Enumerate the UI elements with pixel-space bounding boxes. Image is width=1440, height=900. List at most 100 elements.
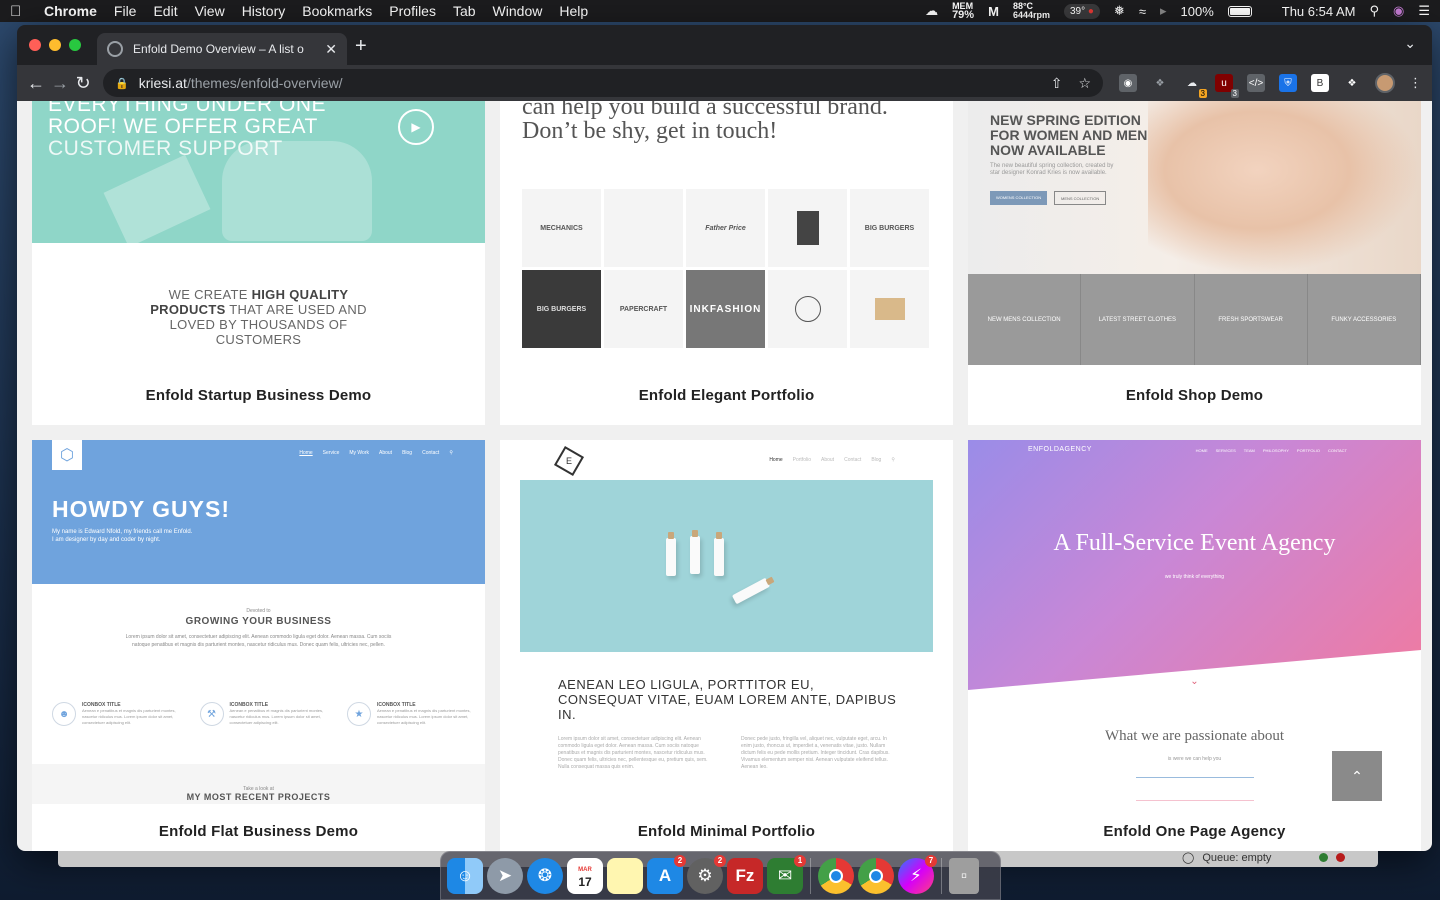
cloud-extension-icon[interactable]: ☁ 3	[1183, 74, 1207, 98]
agency-nav-item[interactable]: PORTFOLIO	[1297, 448, 1320, 453]
snowflake-icon[interactable]: ❅	[1114, 3, 1125, 19]
control-center-icon[interactable]: ☰	[1418, 3, 1430, 19]
menu-tab[interactable]: Tab	[453, 3, 476, 19]
code-extension-icon[interactable]: </>	[1247, 74, 1265, 92]
close-window-button[interactable]	[29, 39, 41, 51]
address-bar[interactable]: 🔒 kriesi.at /themes/enfold-overview/ ⇧ ☆	[103, 69, 1103, 97]
system-preferences-icon[interactable]: ⚙ 2	[687, 854, 726, 894]
minimal-nav-item[interactable]: About	[821, 457, 834, 463]
menu-app-chrome[interactable]: Chrome	[44, 3, 97, 19]
reload-button[interactable]: ↻	[75, 73, 91, 94]
card-elegant-portfolio[interactable]: can help you build a successful brand. D…	[500, 101, 953, 425]
agency-nav-item[interactable]: CONTACT	[1328, 448, 1347, 453]
flat-nav-item[interactable]: Contact	[422, 450, 439, 456]
portfolio-tile[interactable]	[768, 189, 847, 267]
menu-window[interactable]: Window	[493, 3, 543, 19]
messages-icon[interactable]: ✉ 1	[767, 854, 806, 894]
scroll-to-top-button[interactable]: ⌃	[1332, 751, 1382, 801]
minimal-search-icon[interactable]: ⚲	[891, 457, 895, 463]
b-extension-icon[interactable]: B	[1311, 74, 1329, 92]
card-minimal-portfolio[interactable]: E Home Portfolio About Contact Blog ⚲ AE…	[500, 440, 953, 851]
portfolio-tile[interactable]: BIG BURGERS	[850, 189, 929, 267]
cloud-sync-icon[interactable]: ☁	[925, 3, 938, 19]
extensions-puzzle-icon[interactable]: ❖	[1343, 74, 1361, 92]
spotlight-search-icon[interactable]: ⚲	[1369, 3, 1379, 19]
agency-hero[interactable]	[968, 440, 1421, 690]
chrome-icon[interactable]	[858, 857, 894, 894]
back-button[interactable]: ←	[27, 73, 45, 94]
agency-nav-item[interactable]: HOME	[1196, 448, 1208, 453]
agency-nav-item[interactable]: SERVICES	[1216, 448, 1236, 453]
menu-help[interactable]: Help	[559, 3, 588, 19]
share-icon[interactable]: ⇧	[1051, 75, 1063, 92]
play-icon[interactable]: ▶	[398, 109, 434, 145]
malwarebytes-icon[interactable]: M	[988, 4, 999, 19]
wifi-icon[interactable]: ≈	[1139, 4, 1146, 19]
agency-nav-item[interactable]: PHILOSOPHY	[1263, 448, 1289, 453]
tab-search-chevron-icon[interactable]: ⌄	[1404, 35, 1416, 52]
menu-profiles[interactable]: Profiles	[389, 3, 436, 19]
card-title[interactable]: Enfold One Page Agency	[968, 823, 1421, 840]
clock[interactable]: Thu 6:54 AM	[1282, 4, 1356, 19]
flat-nav-item[interactable]: Home	[299, 450, 312, 456]
womens-collection-button[interactable]: WOMENS COLLECTION	[990, 191, 1048, 205]
card-startup-business[interactable]: EVERYTHING UNDER ONE ROOF! WE OFFER GREA…	[32, 101, 485, 425]
flat-nav-item[interactable]: My Work	[349, 450, 369, 456]
card-title[interactable]: Enfold Minimal Portfolio	[500, 823, 953, 840]
flat-nav-item[interactable]: About	[379, 450, 392, 456]
profile-avatar[interactable]	[1375, 73, 1395, 93]
portfolio-tile[interactable]	[768, 270, 847, 348]
flat-nav-item[interactable]: Service	[323, 450, 340, 456]
minimal-nav-item[interactable]: Blog	[871, 457, 881, 463]
tab-enfold-overview[interactable]: Enfold Demo Overview – A list o ✕	[97, 33, 347, 65]
menu-file[interactable]: File	[114, 3, 137, 19]
portfolio-tile[interactable]: BIG BURGERS	[522, 270, 601, 348]
portfolio-tile[interactable]: PAPERCRAFT	[604, 270, 683, 348]
minimize-window-button[interactable]	[49, 39, 61, 51]
close-tab-icon[interactable]: ✕	[325, 41, 337, 58]
flat-search-icon[interactable]: ⚲	[449, 450, 453, 456]
bitwarden-extension-icon[interactable]: ⛨	[1279, 74, 1297, 92]
puzzle-extension-icon[interactable]: ❖	[1151, 74, 1169, 92]
memory-stat[interactable]: MEM 79%	[952, 2, 974, 21]
card-flat-business[interactable]: ⬡ Home Service My Work About Blog Contac…	[32, 440, 485, 851]
card-shop-demo[interactable]: NEW SPRING EDITION FOR WOMEN AND MEN NOW…	[968, 101, 1421, 425]
flat-hero[interactable]: ⬡ Home Service My Work About Blog Contac…	[32, 440, 485, 584]
shop-category[interactable]: FRESH SPORTSWEAR	[1194, 274, 1308, 365]
minimal-nav-item[interactable]: Contact	[844, 457, 861, 463]
launchpad-icon[interactable]: ➤	[487, 857, 523, 894]
filezilla-icon[interactable]: Fz	[727, 857, 763, 894]
portfolio-tile[interactable]	[604, 189, 683, 267]
menu-history[interactable]: History	[242, 3, 286, 19]
minimal-nav-item[interactable]: Home	[769, 457, 782, 463]
forward-button[interactable]: →	[51, 73, 69, 94]
startup-thumbnail[interactable]: EVERYTHING UNDER ONE ROOF! WE OFFER GREA…	[32, 101, 485, 248]
flat-nav-item[interactable]: Blog	[402, 450, 412, 456]
card-title[interactable]: Enfold Elegant Portfolio	[500, 387, 953, 404]
card-title[interactable]: Enfold Flat Business Demo	[32, 823, 485, 840]
menu-view[interactable]: View	[195, 3, 225, 19]
chrome-menu-icon[interactable]: ⋮	[1409, 75, 1422, 91]
app-store-icon[interactable]: A2	[647, 854, 686, 894]
apple-menu-icon[interactable]: 	[10, 3, 30, 20]
chrome-icon[interactable]	[818, 857, 854, 894]
minimal-nav-item[interactable]: Portfolio	[793, 457, 811, 463]
battery-percent[interactable]: 100%	[1181, 4, 1214, 19]
card-title[interactable]: Enfold Shop Demo	[968, 387, 1421, 404]
chevron-down-icon[interactable]: ⌄	[968, 676, 1421, 687]
trash-icon[interactable]: ▫	[949, 857, 979, 894]
mens-collection-button[interactable]: MENS COLLECTION	[1054, 191, 1107, 205]
weather-badge[interactable]: 39° ●	[1063, 3, 1100, 19]
siri-icon[interactable]: ◉	[1393, 3, 1404, 19]
ublock-extension-icon[interactable]: u3	[1215, 74, 1239, 98]
shop-category[interactable]: LATEST STREET CLOTHES	[1081, 274, 1195, 365]
bookmark-star-icon[interactable]: ☆	[1078, 75, 1091, 92]
portfolio-tile[interactable]	[850, 270, 929, 348]
portfolio-tile[interactable]: INKFASHION	[686, 270, 765, 348]
shop-category[interactable]: FUNKY ACCESSORIES	[1307, 274, 1421, 365]
card-title[interactable]: Enfold Startup Business Demo	[32, 387, 485, 404]
messenger-icon[interactable]: ⚡ 7	[898, 854, 937, 894]
finder-icon[interactable]: ☺	[447, 857, 483, 894]
notes-icon[interactable]	[607, 857, 643, 894]
camera-extension-icon[interactable]: ◉	[1119, 74, 1137, 92]
